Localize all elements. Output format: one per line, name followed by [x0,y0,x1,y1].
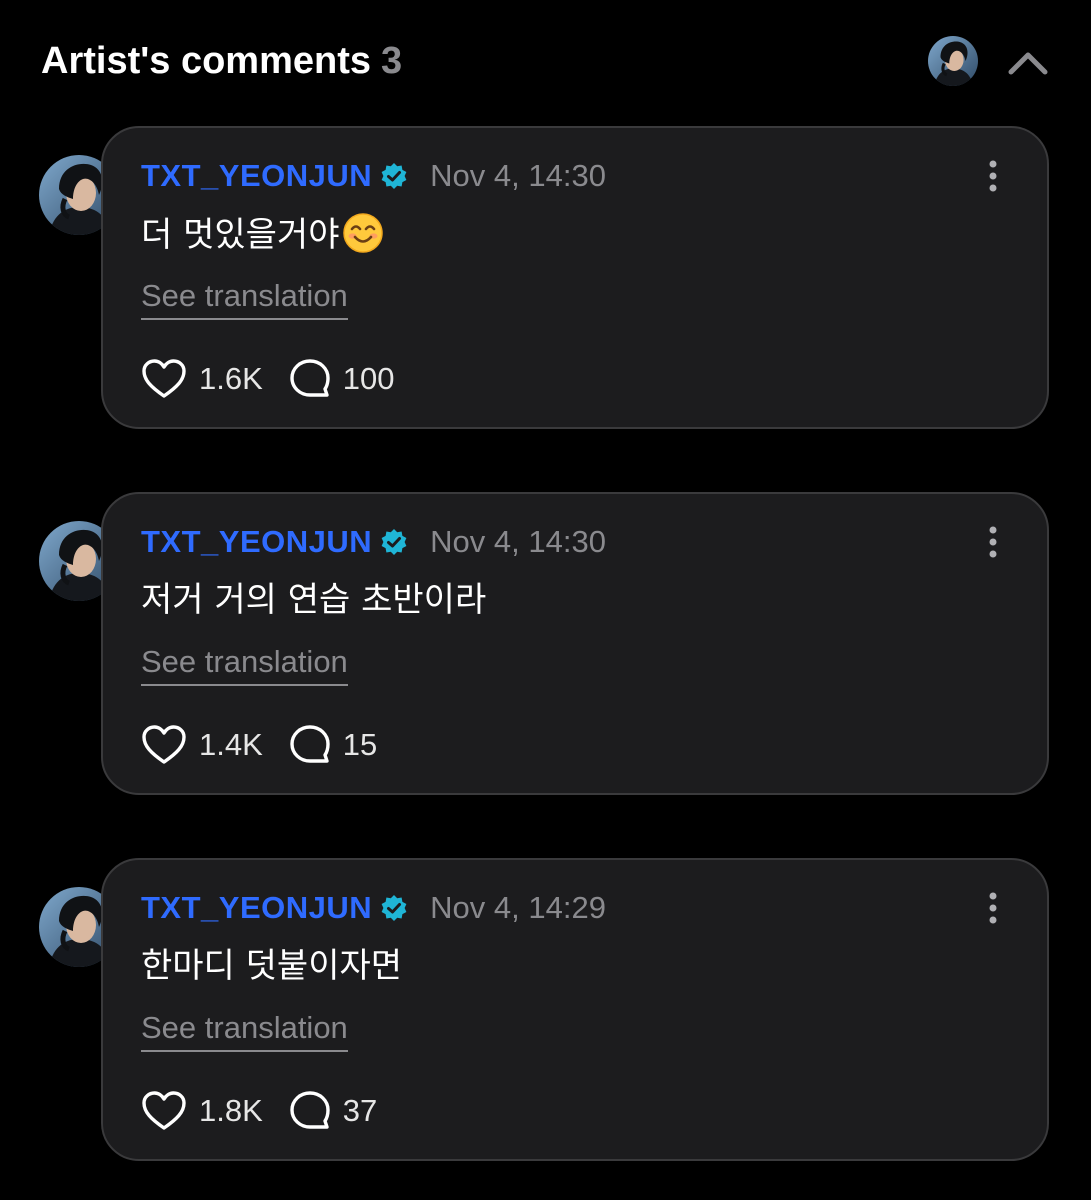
comment-text: 더 멋있을거야 [141,212,384,257]
more-options-button[interactable] [973,156,1013,196]
reply-count: 100 [342,361,395,396]
heart-icon [142,1091,186,1130]
comment-bubble-icon [290,725,330,763]
heart-icon [142,725,186,764]
reply-button[interactable]: 37 [289,1090,377,1132]
comment-text: 저거 거의 연습 초반이라 [141,580,487,620]
comment-card: TXT_YEONJUN Nov 4, 14:29 한마디 덧붙이자면 See t… [101,858,1049,1161]
comment-header: TXT_YEONJUN Nov 4, 14:29 [141,888,606,928]
section-title: Artist's comments 3 [41,38,402,84]
comment-text: 한마디 덧붙이자면 [141,946,403,986]
see-translation-link[interactable]: See translation [141,276,348,320]
comment-header: TXT_YEONJUN Nov 4, 14:30 [141,522,606,562]
like-button[interactable]: 1.6K [141,358,263,400]
comment-count: 3 [381,40,403,82]
like-button[interactable]: 1.4K [141,724,263,766]
avatar-image [928,36,978,86]
verified-badge-icon [381,895,407,921]
more-vertical-icon [989,892,997,924]
reply-count: 15 [342,727,378,762]
section-title-label: Artist's comments [41,40,372,82]
username[interactable]: TXT_YEONJUN [141,524,372,560]
chevron-up-icon [1008,52,1048,75]
username[interactable]: TXT_YEONJUN [141,890,372,926]
see-translation-link[interactable]: See translation [141,1008,348,1052]
more-options-button[interactable] [973,888,1013,928]
comment-actions: 1.6K 100 [141,356,395,402]
comment-header: TXT_YEONJUN Nov 4, 14:30 [141,156,606,196]
timestamp: Nov 4, 14:29 [430,890,606,925]
comment-card: TXT_YEONJUN Nov 4, 14:30 저거 거의 연습 초반이라 S… [101,492,1049,795]
like-button[interactable]: 1.8K [141,1090,263,1132]
verified-badge-icon [381,529,407,555]
like-count: 1.6K [199,361,263,396]
comment-actions: 1.8K 37 [141,1088,377,1134]
username[interactable]: TXT_YEONJUN [141,158,372,194]
artist-avatar[interactable] [928,36,978,86]
smiling-face-emoji-icon [342,213,383,253]
more-vertical-icon [989,160,997,192]
see-translation-link[interactable]: See translation [141,642,348,686]
heart-icon [142,359,186,398]
reply-button[interactable]: 15 [289,724,377,766]
reply-count: 37 [342,1093,378,1128]
collapse-button[interactable] [1003,40,1053,84]
comment-actions: 1.4K 15 [141,722,377,768]
comment-bubble-icon [290,1091,330,1129]
timestamp: Nov 4, 14:30 [430,524,606,559]
comment-bubble-icon [290,359,330,397]
artist-comments-header: Artist's comments 3 [41,36,1053,86]
more-options-button[interactable] [973,522,1013,562]
verified-badge-icon [381,163,407,189]
comment-card: TXT_YEONJUN Nov 4, 14:30 더 멋있을거야 See tra… [101,126,1049,429]
comment-body: 더 멋있을거야 [141,215,340,255]
more-vertical-icon [989,526,997,558]
reply-button[interactable]: 100 [289,358,395,400]
like-count: 1.4K [199,727,263,762]
like-count: 1.8K [199,1093,263,1128]
timestamp: Nov 4, 14:30 [430,158,606,193]
